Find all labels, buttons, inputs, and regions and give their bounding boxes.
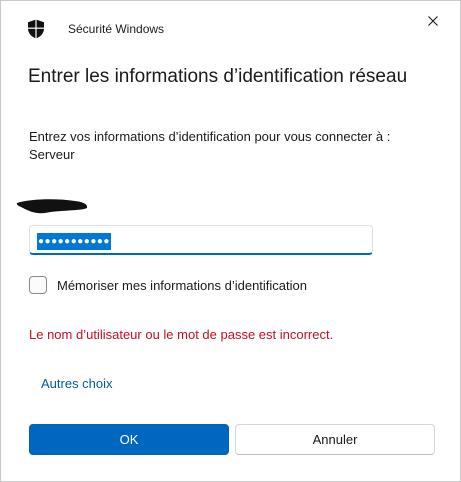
remember-checkbox[interactable] xyxy=(29,276,47,294)
server-name: Serveur xyxy=(29,147,75,162)
close-button[interactable] xyxy=(418,9,448,35)
app-title: Sécurité Windows xyxy=(68,22,165,36)
shield-icon xyxy=(27,19,45,39)
credential-dialog: Sécurité Windows Entrer les informations… xyxy=(0,0,461,482)
remember-credentials-option[interactable]: Mémoriser mes informations d’identificat… xyxy=(29,275,307,295)
redaction-mark xyxy=(16,199,88,214)
description-line: Entrez vos informations d’identification… xyxy=(29,129,391,144)
dialog-heading: Entrer les informations d’identification… xyxy=(28,66,408,87)
error-message: Le nom d’utilisateur ou le mot de passe … xyxy=(29,327,334,342)
close-icon xyxy=(428,13,438,31)
password-value: ●●●●●●●●●●● xyxy=(37,233,111,250)
title-bar: Sécurité Windows xyxy=(1,1,460,57)
more-choices-link[interactable]: Autres choix xyxy=(41,376,113,391)
remember-label: Mémoriser mes informations d’identificat… xyxy=(57,277,307,293)
cancel-button[interactable]: Annuler xyxy=(235,424,435,455)
password-input[interactable]: ●●●●●●●●●●● xyxy=(29,225,373,255)
dialog-description: Entrez vos informations d’identification… xyxy=(29,128,439,164)
ok-button[interactable]: OK xyxy=(29,424,229,455)
